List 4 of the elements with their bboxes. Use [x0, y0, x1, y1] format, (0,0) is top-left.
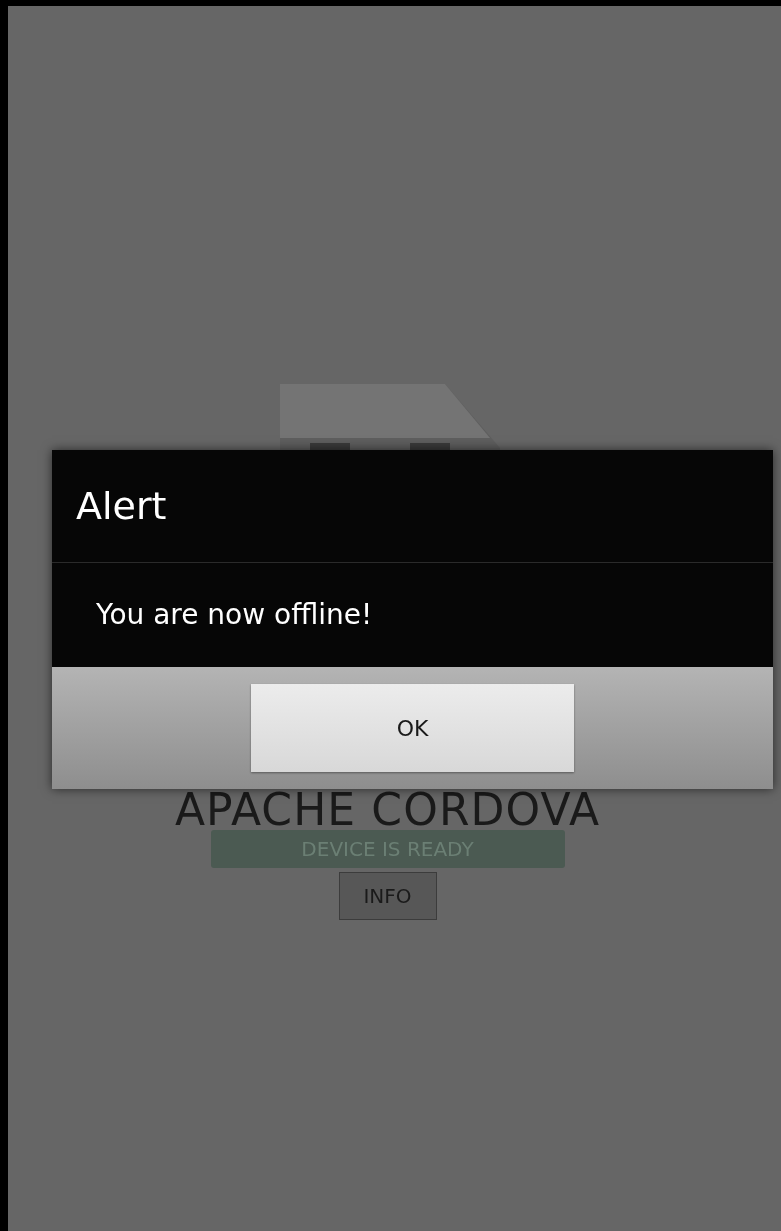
dialog-title: Alert: [52, 450, 773, 563]
app-title: APACHE CORDOVA: [174, 790, 601, 830]
ok-button[interactable]: OK: [251, 684, 574, 772]
dialog-message: You are now offline!: [95, 597, 374, 633]
